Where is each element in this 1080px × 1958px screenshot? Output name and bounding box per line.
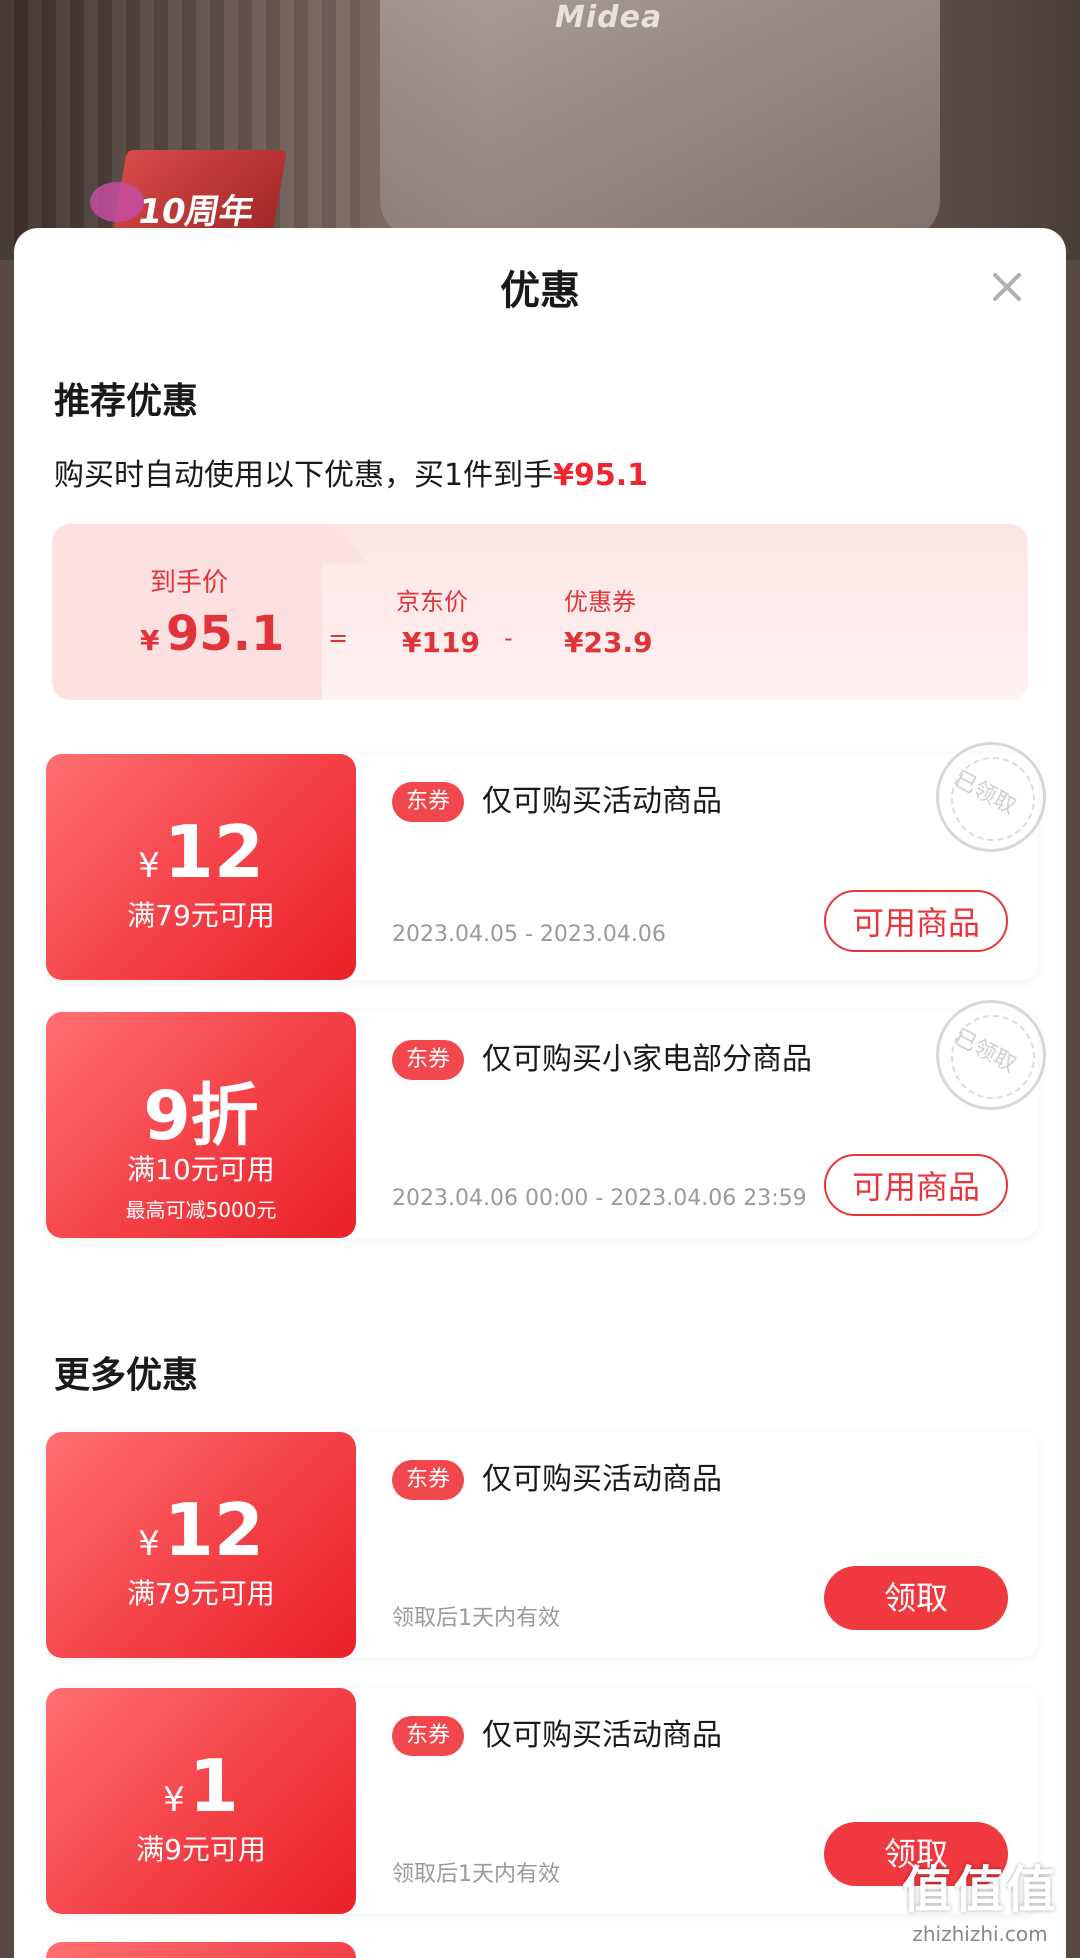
coupon-card: ¥12 满79元可用 东券 仅可购买活动商品 领取后1天内有效 领取	[46, 1432, 1038, 1658]
coupon-description: 仅可购买活动商品	[482, 784, 722, 819]
final-price-yen: ¥	[140, 624, 160, 657]
coupon-validity: 2023.04.06 00:00 - 2023.04.06 23:59	[392, 1186, 807, 1211]
watermark-url: zhizhizhi.com	[912, 1922, 1048, 1946]
coupon-amount: 9折	[46, 1060, 356, 1159]
brand-logo: Midea	[555, 0, 663, 35]
coupon-description: 仅可购买活动商品	[482, 1718, 722, 1753]
anniversary-badge-text: 10周年	[134, 192, 257, 232]
coupon-condition: 满79元可用	[127, 1577, 275, 1610]
watermark-logo: 值值值	[902, 1861, 1058, 1919]
auto-apply-text: 购买时自动使用以下优惠，买1件到手¥95.1	[54, 450, 648, 494]
coupon-validity: 领取后1天内有效	[392, 1606, 560, 1631]
coupon-amount-panel: ¥12 满79元可用	[46, 1432, 356, 1658]
equals-sign: =	[328, 624, 349, 652]
coupon-description: 仅可购买小家电部分商品	[482, 1042, 812, 1077]
product-photo	[380, 0, 940, 240]
more-section-title: 更多优惠	[54, 1355, 199, 1396]
coupon-yen: ¥	[138, 1524, 160, 1564]
product-image-background: Midea 10周年	[0, 0, 1080, 260]
applicable-products-button[interactable]: 可用商品	[824, 890, 1008, 952]
coupon-amount-panel: ¥12 满79元可用	[46, 754, 356, 980]
discount-sheet: 优惠 推荐优惠 购买时自动使用以下优惠，买1件到手¥95.1 到手价 ¥ 95.…	[14, 228, 1066, 1958]
close-icon[interactable]	[990, 270, 1024, 304]
claimed-stamp-icon: 已领取	[936, 1000, 1046, 1110]
coupon-description: 仅可购买活动商品	[482, 1462, 722, 1497]
coupon-amount-panel: 9折 满10元可用 最高可减5000元	[46, 1012, 356, 1238]
coupon-max-discount: 最高可减5000元	[125, 1198, 277, 1222]
coupon-amount: ¥12	[46, 1488, 356, 1572]
coupon-validity: 领取后1天内有效	[392, 1862, 560, 1887]
sheet-title: 优惠	[500, 268, 580, 314]
flower-decoration	[90, 182, 144, 222]
coupon-card: ¥12 满79元可用 东券 仅可购买活动商品 2023.04.05 - 2023…	[46, 742, 1046, 980]
coupon-tag: 东券	[392, 782, 465, 822]
site-watermark: 值值值 zhizhizhi.com	[902, 1850, 1058, 1946]
coupon-card: 9折 满10元可用 最高可减5000元 东券 仅可购买小家电部分商品 2023.…	[46, 1000, 1046, 1238]
coupon-tag: 东券	[392, 1716, 465, 1756]
claimed-stamp-icon: 已领取	[936, 742, 1046, 852]
auto-apply-prefix: 购买时自动使用以下优惠，买1件到手	[54, 458, 554, 493]
coupon-total-label: 优惠券	[564, 588, 636, 616]
next-coupon-partial	[46, 1942, 356, 1958]
coupon-amount-value: 12	[163, 810, 264, 894]
coupon-amount-value: 9折	[143, 1077, 259, 1156]
coupon-amount: ¥1	[46, 1744, 356, 1828]
claim-button[interactable]: 领取	[824, 1566, 1008, 1630]
coupon-amount: ¥12	[46, 810, 356, 894]
coupon-tag: 东券	[392, 1040, 465, 1080]
coupon-validity: 2023.04.05 - 2023.04.06	[392, 922, 666, 947]
coupon-amount-value: 1	[188, 1744, 239, 1828]
jd-price-value: ¥119	[402, 626, 480, 659]
jd-price-label: 京东价	[396, 588, 468, 616]
coupon-yen: ¥	[163, 1780, 185, 1820]
coupon-tag: 东券	[392, 1460, 465, 1500]
auto-apply-price: ¥95.1	[553, 458, 648, 493]
final-price-value: 95.1	[166, 606, 285, 662]
coupon-total-value: ¥23.9	[564, 626, 653, 659]
coupon-amount-panel: ¥1 满9元可用	[46, 1688, 356, 1914]
coupon-yen: ¥	[138, 846, 160, 886]
coupon-amount-value: 12	[163, 1488, 264, 1572]
coupon-condition: 满79元可用	[127, 899, 275, 932]
recommended-section-title: 推荐优惠	[54, 381, 199, 422]
minus-sign: -	[504, 624, 513, 652]
price-summary: 到手价 ¥ 95.1 = 京东价 ¥119 - 优惠券 ¥23.9	[52, 524, 1028, 700]
final-price-label: 到手价	[150, 568, 229, 598]
applicable-products-button[interactable]: 可用商品	[824, 1154, 1008, 1216]
coupon-condition: 满10元可用	[127, 1153, 275, 1186]
coupon-condition: 满9元可用	[136, 1833, 266, 1866]
coupon-card: ¥1 满9元可用 东券 仅可购买活动商品 领取后1天内有效 领取	[46, 1688, 1038, 1914]
